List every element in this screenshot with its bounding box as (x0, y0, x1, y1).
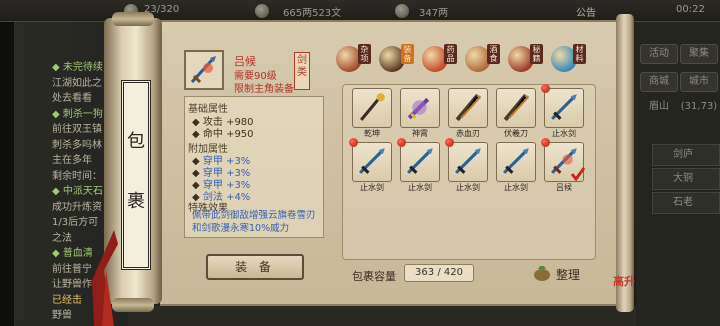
tab-datong[interactable]: 大铜 (652, 168, 720, 190)
inventory-slot[interactable] (352, 88, 392, 128)
inventory-slot[interactable] (400, 142, 440, 182)
scroll-top-cap (112, 12, 154, 26)
shop-button[interactable]: 商城 (640, 72, 678, 92)
quest-line[interactable]: 剩余时间： (52, 167, 102, 182)
category-label: 酒食 (487, 44, 500, 64)
item-type-stamp: 剑类 (294, 52, 310, 90)
category-label: 药品 (444, 44, 457, 64)
quest-line[interactable]: 之法 (52, 229, 72, 244)
category-label: 材料 (573, 44, 586, 64)
sword-icon (455, 148, 481, 174)
gather-button[interactable]: 聚集 (680, 44, 718, 64)
quest-line[interactable]: 江湖如此之 (52, 74, 102, 89)
category-tab[interactable]: 酒食 (465, 44, 500, 76)
slot-item-name: 止水剑 (456, 183, 480, 192)
capacity-label: 包裹容量 (352, 270, 396, 283)
inventory-slot[interactable] (448, 142, 488, 182)
category-label: 杂项 (358, 44, 371, 64)
tassel-icon (92, 230, 118, 326)
blade-icon (503, 93, 530, 122)
city-button[interactable]: 城市 (680, 72, 718, 92)
blade-icon (455, 93, 482, 122)
announcement-button[interactable]: 公告 (576, 4, 596, 19)
new-item-dot (397, 138, 406, 147)
quest-line[interactable]: 刺杀多吗林 (52, 136, 102, 151)
inventory-slot[interactable] (448, 88, 488, 128)
slot-item-name: 止水剑 (408, 183, 432, 192)
equip-button[interactable]: 装 备 (206, 254, 304, 280)
category-tab[interactable]: 装备 (379, 44, 414, 76)
sword-icon (503, 148, 529, 174)
category-label: 秘籍 (530, 44, 543, 64)
location-coords: (31,73) (680, 101, 718, 112)
tab-jianlu[interactable]: 剑庐 (652, 144, 720, 166)
slot-item-name: 吕候 (556, 183, 572, 192)
new-item-dot (541, 138, 550, 147)
red-sword-icon (190, 56, 216, 84)
quest-line[interactable]: ◆ 刺杀一狗 (52, 105, 103, 120)
sword-icon (359, 148, 385, 174)
money-text: 665两523文 (283, 8, 342, 19)
sort-button[interactable]: 整理 (556, 266, 580, 283)
seal-logo: 高升 (613, 275, 635, 288)
quest-line[interactable]: 已经击 (52, 291, 82, 306)
quest-line[interactable]: 野兽 (52, 306, 72, 321)
selected-check-icon (570, 167, 586, 182)
scroll-right-rod (616, 14, 634, 312)
slot-item-name: 伏羲刀 (504, 129, 528, 138)
slot-item-name: 止水剑 (360, 183, 384, 192)
tab-shilao[interactable]: 石老 (652, 192, 720, 214)
category-label: 装备 (401, 44, 414, 64)
new-item-dot (349, 138, 358, 147)
inventory-slot[interactable] (496, 142, 536, 182)
purple-sword-icon (407, 97, 430, 120)
quest-line[interactable]: 前往双王镇 (52, 120, 102, 135)
stat-row: ◆ 命中 +950 (192, 129, 254, 140)
slot-item-name: 止水剑 (504, 183, 528, 192)
quest-line[interactable]: 处去看看 (52, 89, 92, 104)
new-item-dot (541, 84, 550, 93)
category-tab[interactable]: 秘籍 (508, 44, 543, 76)
inventory-slot[interactable] (352, 142, 392, 182)
category-tab[interactable]: 杂项 (336, 44, 371, 76)
inventory-title: 包 裹 (121, 80, 151, 270)
location-name: 眉山 (649, 101, 669, 112)
sword-icon (407, 148, 433, 174)
clock: 00:22 (676, 4, 705, 15)
bag-icon (534, 266, 550, 281)
quest-line[interactable]: 主在多年 (52, 151, 92, 166)
quest-line[interactable]: ◆ 中派天石 (52, 182, 103, 197)
staff-icon (360, 93, 385, 121)
selected-item-slot (184, 50, 224, 90)
quest-line[interactable]: 成功升炼资 (52, 198, 102, 213)
activity-button[interactable]: 活动 (640, 44, 678, 64)
inventory-slot[interactable] (496, 88, 536, 128)
coin-icon (255, 4, 269, 18)
side-edge (0, 22, 14, 326)
sword-icon (551, 94, 577, 120)
new-item-dot (445, 138, 454, 147)
quest-line[interactable]: 1/3后方可 (52, 213, 98, 228)
category-tab[interactable]: 材料 (551, 44, 586, 76)
item-restriction: 限制主角装备 (234, 84, 294, 95)
quest-line[interactable]: ◆ 未完待续 (52, 58, 103, 73)
gem-icon (395, 4, 409, 18)
bottom-bar (128, 306, 636, 326)
capacity-value: 363 / 420 (404, 264, 474, 282)
inventory-slot[interactable] (400, 88, 440, 128)
inventory-slot[interactable] (544, 88, 584, 128)
effect-text: 佩带此剑御敌增强云旗卷雪刃和剑歌漫永寒10%威力 (192, 210, 316, 234)
gems-text: 347两 (419, 8, 449, 19)
category-tab[interactable]: 药品 (422, 44, 457, 76)
